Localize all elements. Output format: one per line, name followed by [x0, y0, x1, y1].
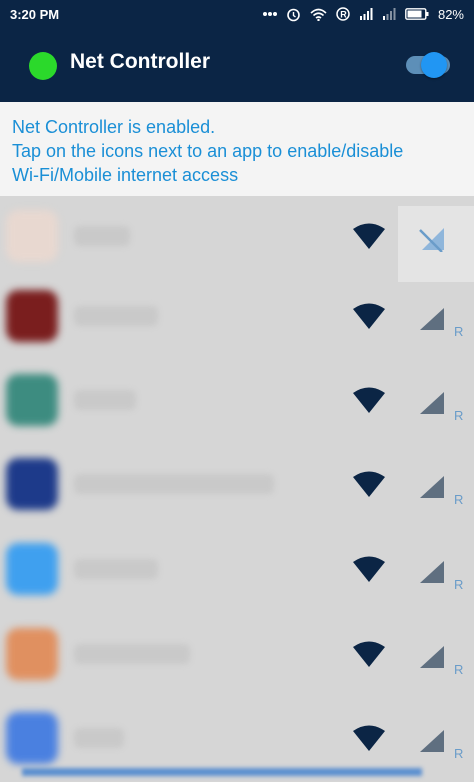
app-name-blurred — [74, 559, 158, 579]
app-row: R — [0, 529, 474, 613]
signal-icon — [359, 8, 373, 20]
mobile-data-toggle-icon[interactable] — [418, 306, 446, 337]
mobile-data-toggle-icon[interactable] — [418, 390, 446, 421]
wifi-toggle-icon[interactable] — [352, 470, 386, 503]
app-name-blurred — [74, 226, 130, 246]
wifi-toggle-icon[interactable] — [352, 555, 386, 588]
app-row: R — [0, 360, 474, 444]
mobile-data-blocked-icon[interactable] — [418, 226, 446, 257]
app-list: R R R R R R — [0, 196, 474, 776]
info-banner: Net Controller is enabled. Tap on the ic… — [0, 102, 474, 196]
app-row: R — [0, 276, 474, 360]
wifi-toggle-icon[interactable] — [352, 640, 386, 673]
toggle-thumb — [421, 52, 447, 78]
notification-dots-icon — [262, 11, 277, 17]
wifi-toggle-icon[interactable] — [352, 724, 386, 757]
info-line-3: Wi-Fi/Mobile internet access — [12, 165, 239, 185]
alarm-icon — [286, 7, 301, 22]
info-line-1: Net Controller is enabled. — [12, 117, 216, 137]
wifi-toggle-icon[interactable] — [352, 222, 386, 255]
wifi-toggle-icon[interactable] — [352, 302, 386, 335]
wifi-toggle-icon[interactable] — [352, 386, 386, 419]
mobile-data-toggle-icon[interactable] — [418, 728, 446, 759]
roaming-label: R — [454, 662, 464, 677]
battery-percent: 82% — [437, 6, 464, 22]
app-icon — [6, 458, 58, 510]
app-title: Net Controller — [70, 50, 211, 73]
status-dot-icon — [29, 52, 57, 80]
app-icon — [6, 628, 58, 680]
signal-icon-2 — [382, 8, 396, 20]
wifi-status-icon — [310, 8, 327, 21]
app-icon — [6, 290, 58, 342]
app-name-blurred — [74, 306, 158, 326]
app-name-blurred — [74, 390, 136, 410]
status-time: 3:20 PM — [10, 6, 60, 22]
svg-text:R: R — [340, 10, 347, 20]
mobile-data-toggle-icon[interactable] — [418, 644, 446, 675]
battery-icon — [405, 8, 429, 20]
app-icon — [6, 712, 58, 764]
status-bar: 3:20 PM R 82% — [0, 0, 474, 28]
app-icon — [6, 543, 58, 595]
app-row: R — [0, 444, 474, 528]
app-row — [0, 196, 474, 282]
info-line-2: Tap on the icons next to an app to enabl… — [12, 141, 404, 161]
app-icon — [6, 374, 58, 426]
app-bar: Net Controller — [0, 28, 474, 102]
app-icon — [6, 210, 58, 262]
roaming-icon: R — [336, 7, 350, 21]
mobile-data-toggle-icon[interactable] — [418, 559, 446, 590]
next-row-peek — [22, 768, 422, 776]
app-name-blurred — [74, 644, 190, 664]
roaming-label: R — [454, 492, 464, 507]
app-name-blurred — [74, 474, 274, 494]
roaming-label: R — [454, 577, 464, 592]
mobile-data-toggle-icon[interactable] — [418, 474, 446, 505]
app-row: R — [0, 614, 474, 698]
roaming-label: R — [454, 408, 464, 423]
roaming-label: R — [454, 746, 464, 761]
app-name-blurred — [74, 728, 124, 748]
roaming-label: R — [454, 324, 464, 339]
status-icons: R 82% — [262, 6, 464, 22]
